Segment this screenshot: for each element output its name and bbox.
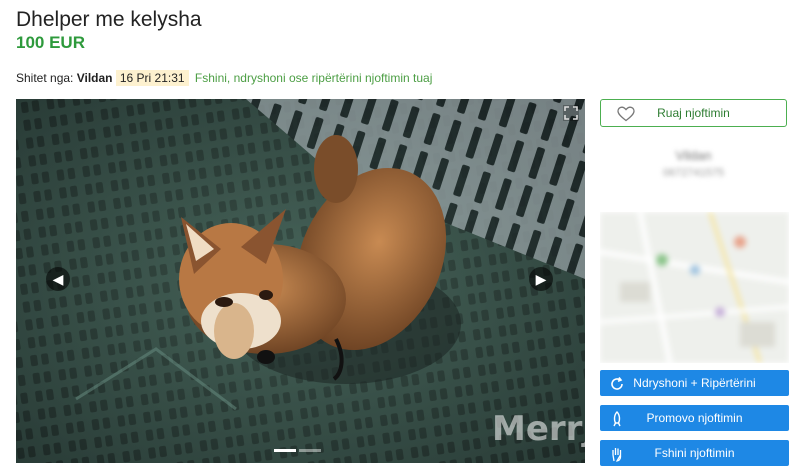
- chevron-right-icon: ▶: [535, 271, 547, 287]
- fullscreen-icon[interactable]: [562, 104, 580, 122]
- chevron-left-icon: ◀: [52, 271, 64, 287]
- promote-button[interactable]: Promovo njoftimin: [600, 405, 789, 431]
- post-date: 16 Pri 21:31: [115, 70, 189, 86]
- edit-listing-link[interactable]: Fshini, ndryshoni ose ripërtërini njofti…: [195, 71, 432, 85]
- promote-label: Promovo njoftimin: [646, 411, 743, 425]
- seller-name-link[interactable]: Vildan: [77, 71, 113, 85]
- save-listing-button[interactable]: Ruaj njoftimin: [600, 99, 787, 127]
- delete-listing-button[interactable]: Fshini njoftimin: [600, 440, 789, 466]
- listing-meta: Shitet nga: Vildan 16 Pri 21:31 Fshini, …: [16, 70, 432, 86]
- location-map[interactable]: [600, 212, 789, 363]
- listing-title: Dhelper me kelysha: [16, 8, 202, 31]
- hand-icon: [609, 445, 625, 471]
- listing-price: 100 EUR: [16, 33, 85, 52]
- slide-dot[interactable]: [299, 449, 321, 452]
- delete-listing-label: Fshini njoftimin: [654, 446, 735, 460]
- edit-renew-button[interactable]: Ndryshoni + Ripërtërini: [600, 370, 789, 396]
- heart-icon: [617, 105, 635, 131]
- prev-image-button[interactable]: ◀: [46, 267, 70, 291]
- image-gallery[interactable]: ◀ ▶ Merrje: [16, 99, 585, 463]
- watermark: Merrje: [492, 409, 585, 449]
- edit-renew-label: Ndryshoni + Ripërtërini: [633, 376, 756, 390]
- refresh-icon: [609, 375, 625, 401]
- map-image: [600, 212, 789, 363]
- seller-prefix: Shitet nga:: [16, 71, 74, 85]
- seller-phone[interactable]: 0672741575: [600, 167, 787, 179]
- slide-indicators: [274, 439, 324, 457]
- seller-info: Vildan 0672741575: [600, 148, 787, 179]
- next-image-button[interactable]: ▶: [529, 267, 553, 291]
- seller-name: Vildan: [675, 148, 712, 163]
- save-listing-label: Ruaj njoftimin: [657, 106, 730, 120]
- slide-dot[interactable]: [274, 449, 296, 452]
- rocket-icon: [609, 410, 625, 436]
